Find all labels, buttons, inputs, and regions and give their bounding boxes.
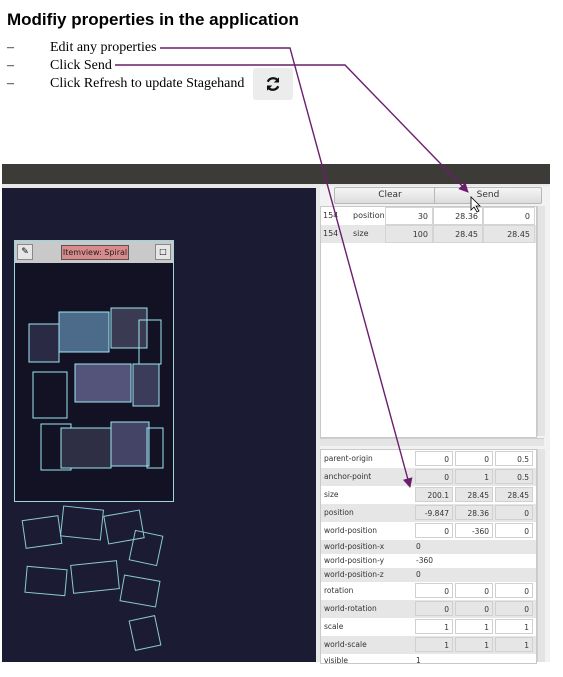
property-value[interactable]: 0 xyxy=(495,601,533,616)
bullet-text: Click Send xyxy=(50,58,112,73)
property-row[interactable]: rotation 0 0 0 xyxy=(321,582,536,600)
property-row[interactable]: world-rotation 0 0 0 xyxy=(321,600,536,618)
property-value[interactable]: 1 xyxy=(495,637,533,652)
property-value[interactable]: 0.5 xyxy=(495,451,533,466)
property-value[interactable]: 1 xyxy=(415,619,453,634)
property-value[interactable]: 0 xyxy=(495,505,533,520)
property-row[interactable]: anchor-point 0 1 0.5 xyxy=(321,468,536,486)
property-value[interactable]: 0 xyxy=(495,583,533,598)
pending-horizontal-scrollbar[interactable] xyxy=(320,438,544,446)
property-value[interactable]: 28.45 xyxy=(495,487,533,502)
property-name: parent-origin xyxy=(324,454,373,463)
property-name: world-position-y xyxy=(324,556,385,565)
property-name: world-rotation xyxy=(324,604,377,613)
property-name: position xyxy=(324,508,354,517)
property-value[interactable]: 1 xyxy=(495,619,533,634)
property-row[interactable]: position -9.847 28.36 0 xyxy=(321,504,536,522)
property-value[interactable]: 0 xyxy=(416,540,421,554)
property-row[interactable]: size 200.1 28.45 28.45 xyxy=(321,486,536,504)
property-value[interactable]: 28.36 xyxy=(455,505,493,520)
spiral-items xyxy=(28,307,164,471)
property-value[interactable]: 200.1 xyxy=(415,487,453,502)
send-button[interactable]: Send xyxy=(434,187,542,204)
property-value[interactable]: 0 xyxy=(455,601,493,616)
bullet-text: Click Refresh to update Stagehand xyxy=(50,76,245,91)
refresh-icon xyxy=(266,77,280,91)
pending-changes-list: 154 position 30 28.36 0 154 size 100 28.… xyxy=(320,206,537,438)
property-name: visible xyxy=(324,656,348,664)
property-name: world-position-x xyxy=(324,542,385,551)
property-value[interactable]: -360 xyxy=(416,554,433,568)
property-name: world-position-z xyxy=(324,570,384,579)
property-value[interactable]: 1 xyxy=(416,654,421,663)
pending-value[interactable]: 0 xyxy=(483,207,535,225)
bullet-refresh: – Click Refresh to update Stagehand xyxy=(7,76,244,92)
property-value[interactable]: 1 xyxy=(455,469,493,484)
property-name: size xyxy=(324,490,339,499)
pending-value[interactable]: 28.45 xyxy=(433,225,483,243)
property-value[interactable]: 0 xyxy=(455,451,493,466)
bullet-dash: – xyxy=(7,40,14,55)
property-row[interactable]: parent-origin 0 0 0.5 xyxy=(321,450,536,468)
bullet-dash: – xyxy=(7,76,14,91)
property-name: world-position xyxy=(324,526,378,535)
property-value[interactable]: 0 xyxy=(416,568,421,582)
pending-id: 154 xyxy=(323,229,339,238)
property-row[interactable]: world-position-z 0 xyxy=(321,568,536,582)
property-value[interactable]: 1 xyxy=(455,637,493,652)
property-value[interactable]: 0 xyxy=(415,523,453,538)
property-row[interactable]: world-scale 1 1 1 xyxy=(321,636,536,654)
property-name: rotation xyxy=(324,586,354,595)
pending-value[interactable]: 100 xyxy=(385,225,433,243)
refresh-button[interactable] xyxy=(253,68,293,100)
property-value[interactable]: 0.5 xyxy=(495,469,533,484)
property-vertical-scrollbar[interactable] xyxy=(537,449,545,662)
pending-name: size xyxy=(353,229,369,238)
property-row[interactable]: scale 1 1 1 xyxy=(321,618,536,636)
property-row[interactable]: world-position 0 -360 0 xyxy=(321,522,536,540)
maximize-icon[interactable]: □ xyxy=(155,244,171,260)
property-value[interactable]: 1 xyxy=(455,619,493,634)
clear-button[interactable]: Clear xyxy=(334,187,446,204)
property-value[interactable]: 0 xyxy=(415,601,453,616)
property-value[interactable]: 0 xyxy=(495,523,533,538)
window-titlebar xyxy=(2,164,550,184)
bullet-dash: – xyxy=(7,58,14,73)
property-row[interactable]: world-position-y -360 xyxy=(321,554,536,568)
pending-vertical-scrollbar[interactable] xyxy=(537,206,545,436)
property-name: world-scale xyxy=(324,640,367,649)
property-row[interactable]: world-position-x 0 xyxy=(321,540,536,554)
inner-window-titlebar: ✎ Itemview: Spiral □ xyxy=(15,241,173,263)
property-value[interactable]: -9.847 xyxy=(415,505,453,520)
doc-title: Modifiy properties in the application xyxy=(7,10,299,29)
stage-canvas[interactable]: ✎ Itemview: Spiral □ xyxy=(2,188,316,662)
property-value[interactable]: 0 xyxy=(415,583,453,598)
pending-value[interactable]: 28.45 xyxy=(483,225,535,243)
inner-window[interactable]: ✎ Itemview: Spiral □ xyxy=(14,240,174,502)
inner-window-title: Itemview: Spiral xyxy=(61,245,129,260)
pending-row[interactable]: 154 position 30 28.36 0 xyxy=(321,207,536,225)
property-value[interactable]: 0 xyxy=(415,451,453,466)
property-name: anchor-point xyxy=(324,472,372,481)
pending-value[interactable]: 30 xyxy=(385,207,433,225)
pending-value[interactable]: 28.36 xyxy=(433,207,483,225)
property-value[interactable]: 1 xyxy=(415,637,453,652)
bullet-text: Edit any properties xyxy=(50,40,157,55)
property-value[interactable]: 0 xyxy=(415,469,453,484)
pending-id: 154 xyxy=(323,211,339,220)
pending-name: position xyxy=(353,211,385,220)
bullet-edit: – Edit any properties xyxy=(7,40,157,56)
edit-icon[interactable]: ✎ xyxy=(17,244,33,260)
property-name: scale xyxy=(324,622,344,631)
properties-panel: Clear Send 154 position 30 28.36 0 154 s… xyxy=(320,186,550,664)
property-row[interactable]: visible 1 xyxy=(321,654,536,664)
property-table: parent-origin 0 0 0.5 anchor-point 0 1 0… xyxy=(320,449,537,664)
property-value[interactable]: 28.45 xyxy=(455,487,493,502)
pending-row[interactable]: 154 size 100 28.45 28.45 xyxy=(321,225,536,243)
property-value[interactable]: 0 xyxy=(455,583,493,598)
application-window: ✎ Itemview: Spiral □ Clear Send 154 posi… xyxy=(2,164,550,664)
bullet-send: – Click Send xyxy=(7,58,112,74)
property-value[interactable]: -360 xyxy=(455,523,493,538)
